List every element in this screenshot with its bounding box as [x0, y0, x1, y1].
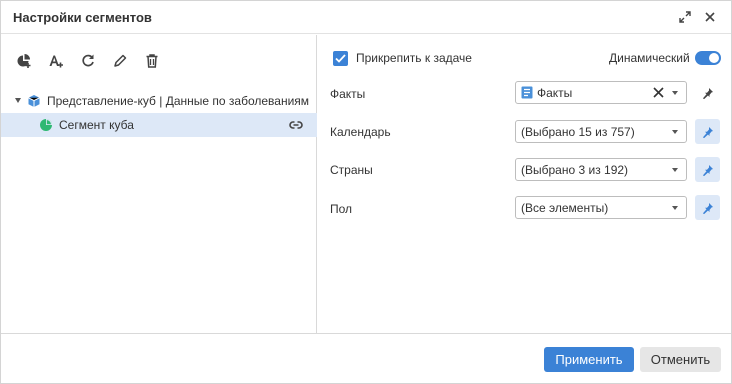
- chevron-down-icon: [672, 206, 678, 210]
- attach-to-task-checkbox[interactable]: [333, 51, 348, 66]
- pin-facts-button[interactable]: [695, 80, 720, 105]
- calendar-label: Календарь: [330, 125, 391, 139]
- toggle-knob: [709, 53, 719, 63]
- close-icon[interactable]: [701, 8, 719, 26]
- facts-icon: [521, 86, 533, 102]
- add-segment-icon[interactable]: [15, 51, 33, 71]
- chevron-down-icon: [672, 130, 678, 134]
- tree-toolbar: [15, 51, 161, 71]
- clear-icon[interactable]: [653, 87, 664, 101]
- dynamic-toggle[interactable]: [695, 51, 721, 65]
- attach-to-task-label: Прикрепить к задаче: [356, 51, 472, 65]
- tree-item-label: Представление-куб | Данные по заболевани…: [47, 94, 310, 108]
- dialog-title: Настройки сегментов: [13, 10, 152, 25]
- chevron-down-icon: [672, 168, 678, 172]
- facts-label: Факты: [330, 87, 366, 101]
- tree-item-segment[interactable]: Сегмент куба: [1, 113, 317, 137]
- edit-icon[interactable]: [111, 51, 129, 71]
- pin-calendar-button[interactable]: [695, 119, 720, 144]
- expand-caret-icon[interactable]: [15, 98, 21, 103]
- calendar-select[interactable]: (Выбрано 15 из 757): [515, 120, 687, 143]
- tree-item-cube[interactable]: Представление-куб | Данные по заболевани…: [1, 89, 317, 113]
- countries-select[interactable]: (Выбрано 3 из 192): [515, 158, 687, 181]
- countries-label: Страны: [330, 163, 373, 177]
- gender-label: Пол: [330, 202, 353, 216]
- gender-value: (Все элементы): [521, 201, 609, 215]
- pin-gender-button[interactable]: [695, 195, 720, 220]
- gender-select[interactable]: (Все элементы): [515, 196, 687, 219]
- segment-settings-dialog: Настройки сегментов Представление-куб | …: [0, 0, 732, 384]
- tree-item-label: Сегмент куба: [59, 118, 134, 132]
- segment-pie-icon: [39, 118, 53, 135]
- facts-select[interactable]: Факты: [515, 81, 687, 104]
- cube-icon: [27, 94, 41, 111]
- countries-value: (Выбрано 3 из 192): [521, 163, 629, 177]
- add-attribute-icon[interactable]: [47, 51, 65, 71]
- calendar-value: (Выбрано 15 из 757): [521, 125, 635, 139]
- dialog-header: Настройки сегментов: [1, 1, 731, 34]
- segments-tree-pane: Представление-куб | Данные по заболевани…: [1, 35, 317, 333]
- segment-settings-pane: Прикрепить к задаче Динамический Факты Ф…: [318, 35, 731, 333]
- expand-icon[interactable]: [676, 8, 694, 26]
- apply-button[interactable]: Применить: [544, 347, 634, 372]
- chevron-down-icon: [672, 91, 678, 95]
- dialog-footer: Применить Отменить: [1, 333, 731, 384]
- link-icon[interactable]: [289, 119, 303, 134]
- cancel-button[interactable]: Отменить: [640, 347, 721, 372]
- facts-value: Факты: [537, 86, 573, 100]
- refresh-icon[interactable]: [79, 51, 97, 71]
- delete-icon[interactable]: [143, 51, 161, 71]
- pin-countries-button[interactable]: [695, 157, 720, 182]
- dynamic-label: Динамический: [609, 51, 690, 65]
